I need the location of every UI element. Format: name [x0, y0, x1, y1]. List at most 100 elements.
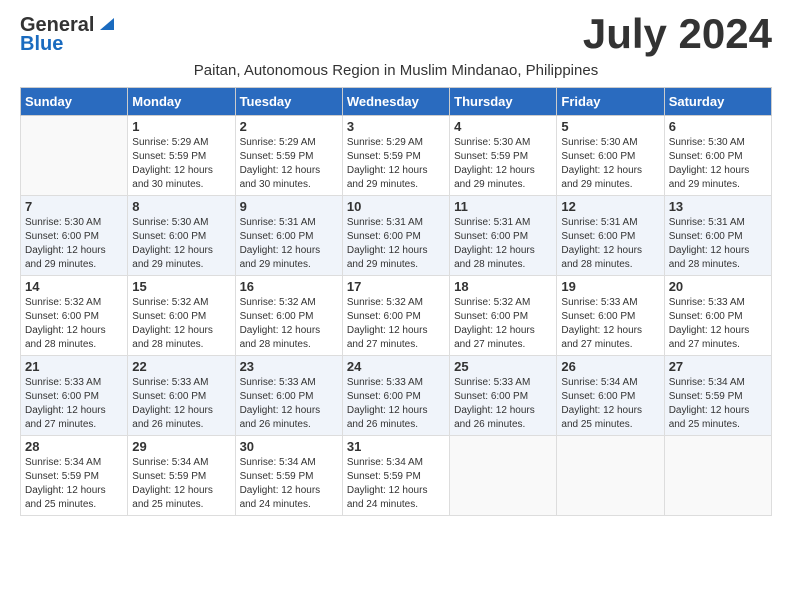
- day-detail: Sunrise: 5:34 AM Sunset: 5:59 PM Dayligh…: [347, 456, 445, 512]
- day-detail: Sunrise: 5:29 AM Sunset: 5:59 PM Dayligh…: [132, 136, 230, 192]
- day-header-monday: Monday: [128, 88, 235, 116]
- day-number: 11: [454, 199, 552, 214]
- calendar-cell: 11 Sunrise: 5:31 AM Sunset: 6:00 PM Dayli…: [450, 196, 557, 276]
- day-number: 8: [132, 199, 230, 214]
- calendar-cell: 26Sunrise: 5:34 AM Sunset: 6:00 PM Dayli…: [557, 356, 664, 436]
- day-detail: Sunrise: 5:30 AM Sunset: 6:00 PM Dayligh…: [669, 136, 767, 192]
- day-number: 22: [132, 359, 230, 374]
- day-detail: Sunrise: 5:29 AM Sunset: 5:59 PM Dayligh…: [347, 136, 445, 192]
- day-number: 20: [669, 279, 767, 294]
- day-number: 30: [240, 439, 338, 454]
- day-number: 7: [25, 199, 123, 214]
- day-detail: Sunrise: 5:33 AM Sunset: 6:00 PM Dayligh…: [454, 376, 552, 432]
- day-detail: Sunrise: 5:29 AM Sunset: 5:59 PM Dayligh…: [240, 136, 338, 192]
- calendar-cell: 22 Sunrise: 5:33 AM Sunset: 6:00 PM Dayli…: [128, 356, 235, 436]
- day-detail: Sunrise: 5:34 AM Sunset: 5:59 PM Dayligh…: [240, 456, 338, 512]
- day-detail: Sunrise: 5:34 AM Sunset: 5:59 PM Dayligh…: [669, 376, 767, 432]
- calendar-cell: 21Sunrise: 5:33 AM Sunset: 6:00 PM Dayli…: [21, 356, 128, 436]
- month-title: July 2024: [583, 10, 772, 58]
- calendar-cell: 3 Sunrise: 5:29 AM Sunset: 5:59 PM Daylig…: [342, 116, 449, 196]
- day-header-tuesday: Tuesday: [235, 88, 342, 116]
- calendar-cell: [557, 436, 664, 516]
- calendar-cell: 24 Sunrise: 5:33 AM Sunset: 6:00 PM Dayli…: [342, 356, 449, 436]
- calendar-cell: 6 Sunrise: 5:30 AM Sunset: 6:00 PM Daylig…: [664, 116, 771, 196]
- day-number: 21: [25, 359, 123, 374]
- day-number: 13: [669, 199, 767, 214]
- day-header-saturday: Saturday: [664, 88, 771, 116]
- day-detail: Sunrise: 5:34 AM Sunset: 5:59 PM Dayligh…: [25, 456, 123, 512]
- day-detail: Sunrise: 5:30 AM Sunset: 6:00 PM Dayligh…: [561, 136, 659, 192]
- week-row-4: 21 Sunrise: 5:33 AM Sunset: 6:00 PM Dayli…: [21, 356, 772, 436]
- calendar-cell: 18Sunrise: 5:32 AM Sunset: 6:00 PM Dayli…: [450, 276, 557, 356]
- logo-blue: Blue: [20, 33, 63, 56]
- day-number: 29: [132, 439, 230, 454]
- day-number: 28: [25, 439, 123, 454]
- week-row-2: 7 Sunrise: 5:30 AM Sunset: 6:00 PM Daylig…: [21, 196, 772, 276]
- day-detail: Sunrise: 5:32 AM Sunset: 6:00 PM Dayligh…: [454, 296, 552, 352]
- day-number: 3: [347, 119, 445, 134]
- logo-triangle-icon: [96, 14, 114, 37]
- day-header-wednesday: Wednesday: [342, 88, 449, 116]
- calendar-cell: 15 Sunrise: 5:32 AM Sunset: 6:00 PM Dayli…: [128, 276, 235, 356]
- day-detail: Sunrise: 5:31 AM Sunset: 6:00 PM Dayligh…: [669, 216, 767, 272]
- calendar-cell: 25Sunrise: 5:33 AM Sunset: 6:00 PM Dayli…: [450, 356, 557, 436]
- calendar-cell: 1 Sunrise: 5:29 AM Sunset: 5:59 PM Daylig…: [128, 116, 235, 196]
- day-detail: Sunrise: 5:31 AM Sunset: 6:00 PM Dayligh…: [561, 216, 659, 272]
- calendar-cell: 14 Sunrise: 5:32 AM Sunset: 6:00 PM Dayli…: [21, 276, 128, 356]
- day-number: 14: [25, 279, 123, 294]
- day-number: 19: [561, 279, 659, 294]
- day-number: 9: [240, 199, 338, 214]
- day-detail: Sunrise: 5:31 AM Sunset: 6:00 PM Dayligh…: [347, 216, 445, 272]
- day-detail: Sunrise: 5:30 AM Sunset: 6:00 PM Dayligh…: [132, 216, 230, 272]
- calendar-cell: 30 Sunrise: 5:34 AM Sunset: 5:59 PM Dayli…: [235, 436, 342, 516]
- day-detail: Sunrise: 5:33 AM Sunset: 6:00 PM Dayligh…: [669, 296, 767, 352]
- day-detail: Sunrise: 5:32 AM Sunset: 6:00 PM Dayligh…: [132, 296, 230, 352]
- calendar-cell: 2Sunrise: 5:29 AM Sunset: 5:59 PM Daylig…: [235, 116, 342, 196]
- calendar-cell: 19 Sunrise: 5:33 AM Sunset: 6:00 PM Dayli…: [557, 276, 664, 356]
- subtitle: Paitan, Autonomous Region in Muslim Mind…: [20, 62, 772, 79]
- day-detail: Sunrise: 5:31 AM Sunset: 6:00 PM Dayligh…: [454, 216, 552, 272]
- calendar-cell: [21, 116, 128, 196]
- days-header-row: SundayMondayTuesdayWednesdayThursdayFrid…: [21, 88, 772, 116]
- day-detail: Sunrise: 5:33 AM Sunset: 6:00 PM Dayligh…: [132, 376, 230, 432]
- calendar-cell: 9 Sunrise: 5:31 AM Sunset: 6:00 PM Daylig…: [235, 196, 342, 276]
- day-detail: Sunrise: 5:34 AM Sunset: 6:00 PM Dayligh…: [561, 376, 659, 432]
- day-detail: Sunrise: 5:33 AM Sunset: 6:00 PM Dayligh…: [347, 376, 445, 432]
- day-number: 1: [132, 119, 230, 134]
- week-row-3: 14 Sunrise: 5:32 AM Sunset: 6:00 PM Dayli…: [21, 276, 772, 356]
- calendar-cell: 4Sunrise: 5:30 AM Sunset: 5:59 PM Daylig…: [450, 116, 557, 196]
- calendar-cell: 5 Sunrise: 5:30 AM Sunset: 6:00 PM Daylig…: [557, 116, 664, 196]
- calendar-cell: 16Sunrise: 5:32 AM Sunset: 6:00 PM Dayli…: [235, 276, 342, 356]
- calendar-cell: 27 Sunrise: 5:34 AM Sunset: 5:59 PM Dayli…: [664, 356, 771, 436]
- day-detail: Sunrise: 5:30 AM Sunset: 5:59 PM Dayligh…: [454, 136, 552, 192]
- day-number: 17: [347, 279, 445, 294]
- day-number: 15: [132, 279, 230, 294]
- day-number: 12: [561, 199, 659, 214]
- calendar-cell: 13 Sunrise: 5:31 AM Sunset: 6:00 PM Dayli…: [664, 196, 771, 276]
- day-number: 10: [347, 199, 445, 214]
- day-number: 23: [240, 359, 338, 374]
- calendar-cell: 12 Sunrise: 5:31 AM Sunset: 6:00 PM Dayli…: [557, 196, 664, 276]
- day-number: 27: [669, 359, 767, 374]
- calendar-cell: 7 Sunrise: 5:30 AM Sunset: 6:00 PM Daylig…: [21, 196, 128, 276]
- calendar-cell: 31 Sunrise: 5:34 AM Sunset: 5:59 PM Dayli…: [342, 436, 449, 516]
- calendar-cell: 28 Sunrise: 5:34 AM Sunset: 5:59 PM Dayli…: [21, 436, 128, 516]
- day-detail: Sunrise: 5:32 AM Sunset: 6:00 PM Dayligh…: [25, 296, 123, 352]
- calendar-table: SundayMondayTuesdayWednesdayThursdayFrid…: [20, 87, 772, 516]
- day-number: 16: [240, 279, 338, 294]
- week-row-5: 28 Sunrise: 5:34 AM Sunset: 5:59 PM Dayli…: [21, 436, 772, 516]
- calendar-cell: 10 Sunrise: 5:31 AM Sunset: 6:00 PM Dayli…: [342, 196, 449, 276]
- day-detail: Sunrise: 5:33 AM Sunset: 6:00 PM Dayligh…: [561, 296, 659, 352]
- day-number: 6: [669, 119, 767, 134]
- day-number: 31: [347, 439, 445, 454]
- day-detail: Sunrise: 5:32 AM Sunset: 6:00 PM Dayligh…: [347, 296, 445, 352]
- day-number: 5: [561, 119, 659, 134]
- calendar-cell: [450, 436, 557, 516]
- week-row-1: 1 Sunrise: 5:29 AM Sunset: 5:59 PM Daylig…: [21, 116, 772, 196]
- day-number: 24: [347, 359, 445, 374]
- day-detail: Sunrise: 5:31 AM Sunset: 6:00 PM Dayligh…: [240, 216, 338, 272]
- day-header-friday: Friday: [557, 88, 664, 116]
- day-detail: Sunrise: 5:30 AM Sunset: 6:00 PM Dayligh…: [25, 216, 123, 272]
- calendar-cell: 17 Sunrise: 5:32 AM Sunset: 6:00 PM Dayli…: [342, 276, 449, 356]
- calendar-cell: 20 Sunrise: 5:33 AM Sunset: 6:00 PM Dayli…: [664, 276, 771, 356]
